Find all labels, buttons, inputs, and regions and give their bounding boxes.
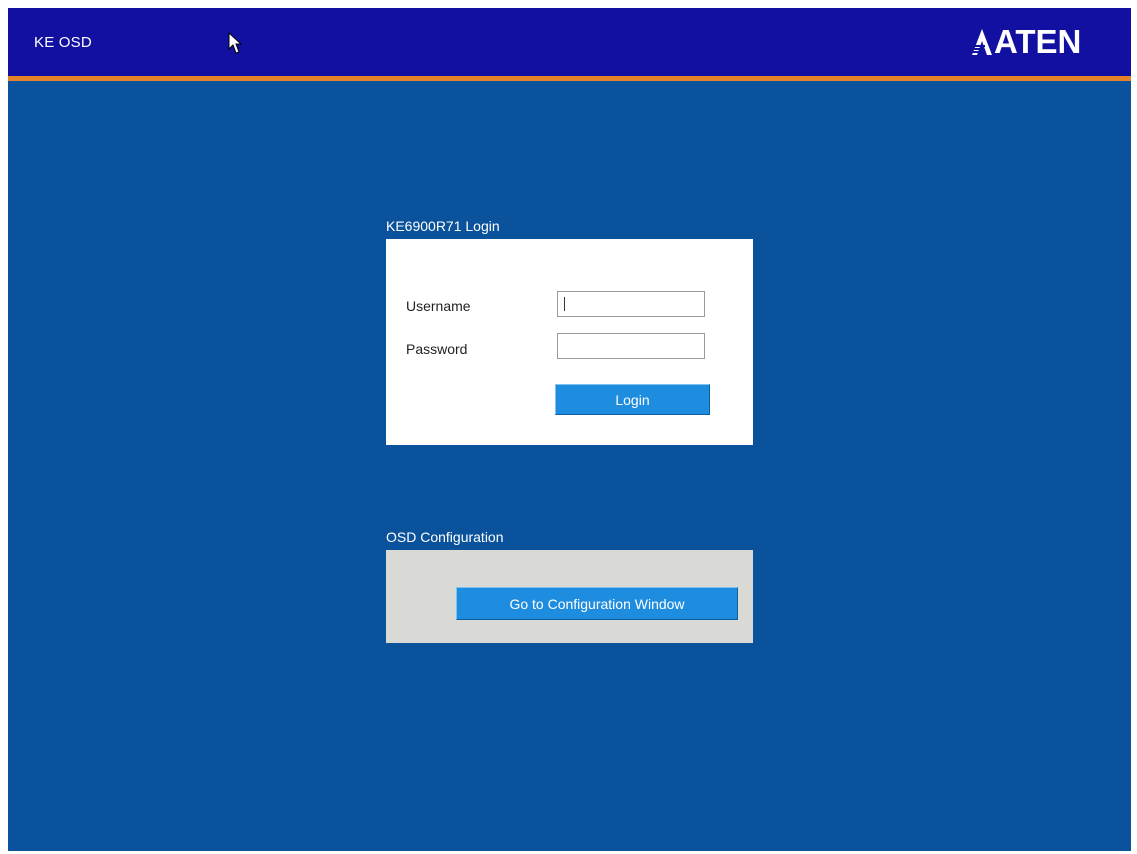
mouse-pointer-icon: [228, 32, 243, 54]
config-window-button[interactable]: Go to Configuration Window: [456, 587, 738, 620]
password-label: Password: [406, 341, 468, 357]
username-label: Username: [406, 298, 471, 314]
aten-logo-text: ATEN: [994, 23, 1082, 60]
aten-logo: ATEN: [971, 24, 1081, 60]
osd-screen: KE OSD ATEN KE6900R71 Login Username Pas…: [8, 8, 1131, 851]
config-panel: Go to Configuration Window: [386, 550, 753, 643]
title-bar: KE OSD ATEN: [8, 8, 1131, 76]
login-panel: Username Password Login: [386, 239, 753, 445]
login-section-title: KE6900R71 Login: [386, 218, 500, 234]
aten-logo-icon: [971, 29, 992, 55]
config-section-title: OSD Configuration: [386, 529, 504, 545]
text-caret: [564, 297, 565, 311]
password-field[interactable]: [557, 333, 705, 359]
username-field[interactable]: [557, 291, 705, 317]
accent-divider: [8, 76, 1131, 81]
app-title: KE OSD: [34, 34, 92, 51]
login-button[interactable]: Login: [555, 384, 710, 415]
